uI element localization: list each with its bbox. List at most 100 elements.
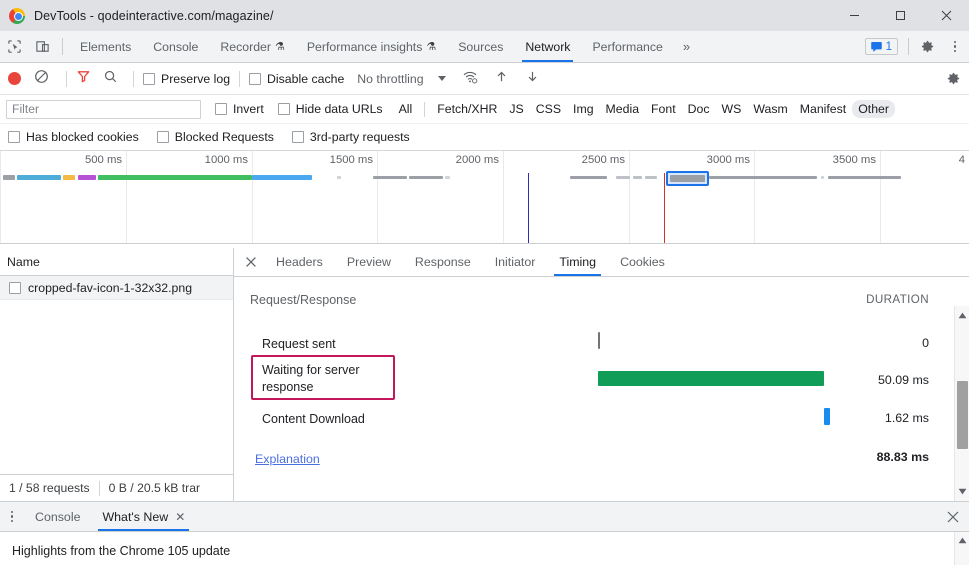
overview-band	[645, 176, 657, 179]
request-detail-panel: Headers Preview Response Initiator Timin…	[234, 248, 969, 501]
record-button-icon[interactable]	[8, 72, 21, 85]
close-button[interactable]	[923, 0, 969, 31]
disable-cache-label: Disable cache	[267, 71, 345, 86]
scrollbar-thumb[interactable]	[957, 381, 968, 449]
experiment-flask-icon: ⚗	[274, 41, 285, 53]
filter-type-fetch-xhr[interactable]: Fetch/XHR	[431, 100, 503, 118]
third-party-requests-checkbox[interactable]: 3rd-party requests	[291, 130, 410, 144]
filter-type-other[interactable]: Other	[852, 100, 895, 118]
whats-new-headline: Highlights from the Chrome 105 update	[12, 544, 231, 558]
filter-type-ws[interactable]: WS	[716, 100, 748, 118]
filter-type-font[interactable]: Font	[645, 100, 682, 118]
filter-funnel-icon[interactable]	[76, 69, 91, 89]
overview-band	[633, 176, 642, 179]
request-list-header[interactable]: Name	[0, 248, 233, 276]
issues-counter-button[interactable]: 1	[864, 38, 898, 55]
close-icon[interactable]: ✕	[175, 510, 185, 524]
tab-performance-insights[interactable]: Performance insights ⚗	[296, 31, 447, 62]
tab-network[interactable]: Network	[514, 31, 581, 62]
blocked-requests-checkbox[interactable]: Blocked Requests	[156, 130, 274, 144]
gear-icon[interactable]	[913, 31, 941, 63]
scroll-up-arrow-icon[interactable]	[955, 533, 969, 548]
timing-panel: Request/Response DURATION Request sent 0…	[234, 277, 969, 501]
explanation-link[interactable]: Explanation	[255, 452, 320, 466]
hide-data-urls-checkbox[interactable]: Hide data URLs	[277, 102, 383, 116]
overview-band	[337, 176, 341, 179]
drawer-tabbar: Console What's New ✕	[0, 501, 969, 532]
minimize-button[interactable]	[831, 0, 877, 31]
overview-band	[445, 176, 450, 179]
detail-tab-headers[interactable]: Headers	[264, 248, 335, 276]
timing-bar-request-sent	[598, 332, 600, 349]
detail-tab-initiator[interactable]: Initiator	[483, 248, 548, 276]
filter-type-all[interactable]: All	[393, 100, 419, 118]
preserve-log-checkbox[interactable]: Preserve log	[143, 72, 230, 86]
overview-tick-label: 2000 ms	[455, 154, 499, 166]
blocked-filter-bar: Has blocked cookies Blocked Requests 3rd…	[0, 124, 969, 151]
overview-band	[821, 176, 824, 179]
drawer-scrollbar[interactable]	[954, 532, 969, 565]
timing-scrollbar[interactable]	[954, 306, 969, 501]
drawer-close-button[interactable]	[937, 502, 969, 531]
device-toolbar-icon[interactable]	[28, 31, 56, 62]
kebab-menu-icon[interactable]	[941, 31, 969, 63]
invert-checkbox[interactable]: Invert	[215, 102, 264, 116]
window-title: DevTools - qodeinteractive.com/magazine/	[34, 8, 274, 23]
drawer-tab-console[interactable]: Console	[24, 502, 91, 531]
toolbar-divider	[66, 70, 67, 87]
detail-tab-preview[interactable]: Preview	[335, 248, 403, 276]
window-controls	[831, 0, 969, 31]
chevron-down-icon[interactable]	[437, 76, 446, 81]
tab-performance[interactable]: Performance	[581, 31, 673, 62]
tab-sources[interactable]: Sources	[447, 31, 514, 62]
tab-console[interactable]: Console	[142, 31, 209, 62]
kebab-menu-icon[interactable]	[0, 502, 24, 531]
overview-band	[828, 176, 901, 179]
overview-tick-label: 4	[958, 154, 965, 166]
detail-tab-cookies[interactable]: Cookies	[608, 248, 677, 276]
detail-tab-response[interactable]: Response	[403, 248, 483, 276]
network-overview-timeline[interactable]: 500 ms 1000 ms 1500 ms 2000 ms 2500 ms 3…	[0, 151, 969, 244]
search-icon[interactable]	[103, 69, 118, 89]
drawer-tab-whats-new[interactable]: What's New ✕	[91, 502, 196, 531]
third-party-requests-label: 3rd-party requests	[309, 130, 410, 144]
checkbox-box	[143, 72, 155, 85]
network-settings-gear-icon[interactable]	[946, 71, 961, 86]
detail-tab-timing[interactable]: Timing	[547, 248, 608, 276]
table-row[interactable]: cropped-fav-icon-1-32x32.png	[0, 276, 233, 300]
issues-count: 1	[885, 40, 892, 53]
export-har-icon[interactable]	[525, 69, 540, 89]
more-tabs-icon[interactable]: »	[674, 31, 699, 62]
filter-type-img[interactable]: Img	[567, 100, 600, 118]
tab-recorder[interactable]: Recorder ⚗	[209, 31, 295, 62]
disable-cache-checkbox[interactable]: Disable cache	[249, 72, 344, 86]
import-har-icon[interactable]	[494, 69, 509, 89]
network-conditions-icon[interactable]	[462, 69, 478, 89]
overview-selection-fill	[670, 175, 705, 182]
maximize-button[interactable]	[877, 0, 923, 31]
experiment-flask-icon: ⚗	[426, 41, 437, 53]
filter-type-manifest[interactable]: Manifest	[794, 100, 852, 118]
filter-type-js[interactable]: JS	[503, 100, 529, 118]
network-toolbar: Preserve log Disable cache No throttling	[0, 63, 969, 95]
filter-type-wasm[interactable]: Wasm	[747, 100, 793, 118]
has-blocked-cookies-checkbox[interactable]: Has blocked cookies	[8, 130, 139, 144]
checkbox-box	[291, 131, 304, 143]
request-detail-tabbar: Headers Preview Response Initiator Timin…	[234, 248, 969, 277]
filter-type-doc[interactable]: Doc	[682, 100, 716, 118]
inspect-element-icon[interactable]	[0, 31, 28, 62]
tab-elements[interactable]: Elements	[69, 31, 142, 62]
status-transferred: 0 B / 20.5 kB trar	[108, 481, 201, 495]
checkbox-box	[277, 103, 290, 115]
filter-type-css[interactable]: CSS	[530, 100, 567, 118]
preserve-log-label: Preserve log	[161, 71, 231, 86]
overview-selection[interactable]	[666, 171, 709, 186]
timing-duration-waiting: 50.09 ms	[878, 373, 929, 387]
throttling-select[interactable]: No throttling	[357, 72, 423, 86]
filter-type-media[interactable]: Media	[600, 100, 646, 118]
scroll-down-arrow-icon[interactable]	[955, 484, 969, 499]
filter-input[interactable]	[6, 99, 201, 119]
close-icon[interactable]	[238, 248, 264, 276]
clear-network-log-icon[interactable]	[34, 69, 49, 89]
scroll-up-arrow-icon[interactable]	[955, 308, 969, 323]
